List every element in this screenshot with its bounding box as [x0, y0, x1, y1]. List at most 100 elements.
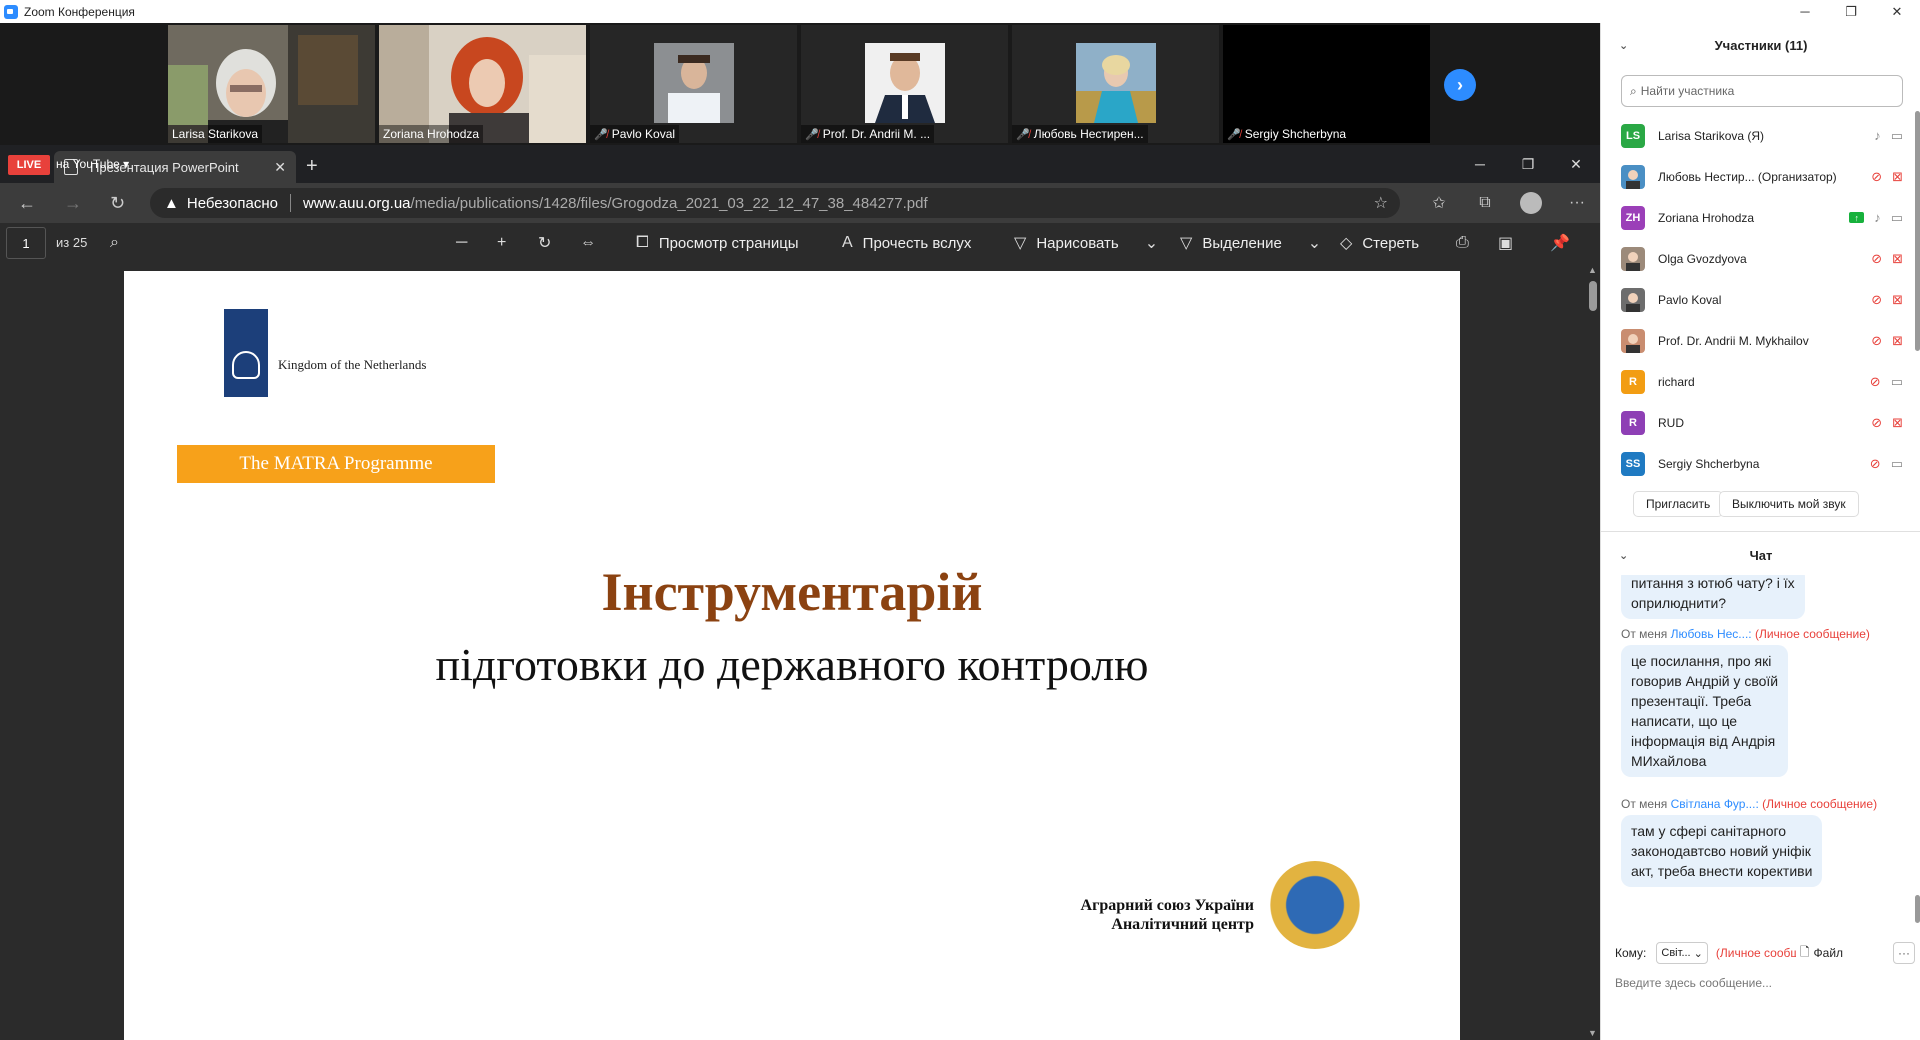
participant-row[interactable]: Rrichard ⊘ ▭ [1601, 361, 1920, 402]
video-tile[interactable]: 🎤̸ Pavlo Koval [590, 25, 797, 143]
camera-icon[interactable]: ▭ [1891, 128, 1903, 144]
participant-row[interactable]: Olga Gvozdyova ⊘ ⊠ [1601, 238, 1920, 279]
chat-scrollbar[interactable] [1913, 575, 1920, 930]
mic-muted-icon: 🎤̸ [1227, 128, 1241, 141]
collections-icon[interactable]: ⧉ [1462, 194, 1508, 212]
recipient-select[interactable]: Світ... ⌄ [1656, 942, 1708, 964]
reload-button[interactable]: ↻ [110, 183, 125, 223]
next-page-arrow-icon[interactable]: › [1444, 69, 1476, 101]
video-tile-active-speaker[interactable]: Zoriana Hrohodza [379, 25, 586, 143]
scroll-down-icon[interactable]: ▼ [1588, 1028, 1597, 1038]
mic-muted-icon[interactable]: ⊘ [1871, 251, 1882, 267]
participant-row[interactable]: ZH Zoriana Hrohodza ↑ ♪ ▭ [1601, 197, 1920, 238]
url-field[interactable]: ▲ Небезопасно www.auu.org.ua /media/publ… [150, 188, 1400, 218]
browser-minimize-button[interactable]: ─ [1456, 145, 1504, 183]
recipient-link[interactable]: Світлана Фур...: [1671, 797, 1759, 811]
mute-me-button[interactable]: Выключить мой звук [1719, 491, 1859, 517]
pin-toolbar-icon[interactable]: 📌 [1550, 223, 1580, 263]
file-button[interactable]: 🗋 Файл [1800, 943, 1843, 964]
fit-page-icon[interactable]: ⇔ [580, 223, 606, 263]
scroll-up-icon[interactable]: ▲ [1588, 265, 1597, 275]
new-tab-button[interactable]: + [306, 155, 318, 178]
add-favorite-icon[interactable]: ☆ [1374, 193, 1388, 213]
participant-status-icons: ⊘ ⊠ [1871, 415, 1903, 431]
read-aloud-button[interactable]: A Прочесть вслух [842, 223, 971, 263]
profile-avatar[interactable] [1520, 192, 1542, 214]
pdf-viewer[interactable]: Kingdom of the Netherlands The MATRA Pro… [0, 263, 1585, 1040]
participant-row[interactable]: Pavlo Koval ⊘ ⊠ [1601, 279, 1920, 320]
browser-close-button[interactable]: ✕ [1552, 145, 1600, 183]
collapse-chevron-icon[interactable]: ⌄ [1619, 549, 1628, 562]
draw-button[interactable]: ▽ Нарисовать ⌄ [1014, 223, 1168, 263]
logo-text: Kingdom of the Netherlands [278, 357, 427, 372]
favorites-icon[interactable]: ✩ [1416, 193, 1462, 213]
participant-row[interactable]: R RUD ⊘ ⊠ [1601, 402, 1920, 443]
mic-muted-icon[interactable]: ⊘ [1871, 169, 1882, 185]
mic-muted-icon[interactable]: ⊘ [1870, 374, 1881, 390]
camera-off-icon[interactable]: ⊠ [1892, 292, 1903, 308]
zoom-out-icon[interactable]: ─ [456, 223, 477, 263]
more-menu-icon[interactable]: ··· [1554, 194, 1600, 212]
participant-search-input[interactable]: ⌕ Найти участника [1621, 75, 1903, 107]
participant-name-label: 🎤̸ Prof. Dr. Andrii M. ... [801, 125, 935, 143]
video-tile[interactable]: 🎤̸ Любовь Нестирен... [1012, 25, 1219, 143]
chevron-down-icon[interactable]: ⌄ [1308, 233, 1321, 253]
participant-name-label: Larisa Starikova [168, 125, 263, 143]
participant-row[interactable]: Любовь Нестир... (Организатор) ⊘ ⊠ [1601, 156, 1920, 197]
camera-off-icon[interactable]: ⊠ [1892, 251, 1903, 267]
camera-icon[interactable]: ▭ [1891, 456, 1903, 472]
scrollbar-thumb[interactable] [1915, 895, 1920, 923]
minimize-button[interactable]: ─ [1782, 0, 1828, 23]
collapse-chevron-icon[interactable]: ⌄ [1619, 39, 1628, 52]
page-number-input[interactable]: 1 [6, 227, 46, 259]
camera-icon[interactable]: ▭ [1891, 210, 1903, 226]
save-icon[interactable]: ▣ [1498, 223, 1523, 263]
message-input[interactable]: Введите здесь сообщение... [1615, 976, 1772, 990]
rotate-icon[interactable]: ↻ [538, 223, 561, 263]
security-status[interactable]: Небезопасно [187, 195, 278, 212]
mic-muted-icon[interactable]: ⊘ [1871, 292, 1882, 308]
mic-icon[interactable]: ♪ [1874, 210, 1881, 225]
page-view-button[interactable]: ⧠ Просмотр страницы [636, 223, 799, 263]
forward-button[interactable]: → [64, 183, 82, 223]
recipient-link[interactable]: Любовь Нес...: [1671, 627, 1752, 641]
live-target[interactable]: на YouTube ▾ [56, 157, 129, 171]
scrollbar-thumb[interactable] [1589, 281, 1597, 311]
participant-row[interactable]: LS Larisa Starikova (Я) ♪ ▭ [1601, 115, 1920, 156]
search-icon[interactable]: ⌕ [110, 223, 129, 263]
panel-divider [1601, 531, 1920, 532]
participant-status-icons: ↑ ♪ ▭ [1849, 210, 1903, 226]
participant-row[interactable]: SS Sergiy Shcherbyna ⊘ ▭ [1601, 443, 1920, 484]
highlight-button[interactable]: ▽ Выделение ⌄ [1180, 223, 1331, 263]
video-tile[interactable]: 🎤̸ Prof. Dr. Andrii M. ... [801, 25, 1008, 143]
participants-list: LS Larisa Starikova (Я) ♪ ▭ Любовь Нестир...… [1601, 115, 1920, 484]
camera-off-icon[interactable]: ⊠ [1892, 333, 1903, 349]
camera-icon[interactable]: ▭ [1891, 374, 1903, 390]
erase-button[interactable]: ◇ Стереть [1340, 223, 1419, 263]
participants-header: ⌄ Участники (11) [1601, 23, 1920, 67]
chevron-down-icon[interactable]: ⌄ [1145, 233, 1158, 253]
more-options-button[interactable]: ··· [1893, 942, 1915, 964]
invite-button[interactable]: Пригласить [1633, 491, 1724, 517]
browser-restore-button[interactable]: ❐ [1504, 145, 1552, 183]
chat-header: ⌄ Чат [1601, 535, 1920, 575]
pdf-scrollbar[interactable]: ▲ ▼ [1585, 263, 1600, 1040]
zoom-in-icon[interactable]: + [497, 223, 516, 263]
participant-row[interactable]: Prof. Dr. Andrii M. Mykhailov ⊘ ⊠ [1601, 320, 1920, 361]
close-button[interactable]: ✕ [1874, 0, 1920, 23]
video-tile[interactable]: 🎤̸ Sergiy Shcherbyna [1223, 25, 1430, 143]
chat-messages[interactable]: питання з ютюб чату? і їх оприлюднити? О… [1601, 575, 1913, 930]
mic-muted-icon[interactable]: ⊘ [1870, 456, 1881, 472]
mic-muted-icon[interactable]: ⊘ [1871, 333, 1882, 349]
mic-icon[interactable]: ♪ [1874, 128, 1881, 143]
restore-button[interactable]: ❐ [1828, 0, 1874, 23]
print-icon[interactable]: ⎙ [1456, 223, 1479, 263]
camera-off-icon[interactable]: ⊠ [1892, 415, 1903, 431]
mic-muted-icon[interactable]: ⊘ [1871, 415, 1882, 431]
back-button[interactable]: ← [18, 183, 36, 223]
camera-off-icon[interactable]: ⊠ [1892, 169, 1903, 185]
video-tile[interactable]: Larisa Starikova [168, 25, 375, 143]
participant-initials-avatar: SS [1621, 451, 1645, 476]
participant-status-icons: ⊘ ⊠ [1871, 169, 1903, 185]
tab-close-icon[interactable]: ✕ [274, 159, 286, 176]
